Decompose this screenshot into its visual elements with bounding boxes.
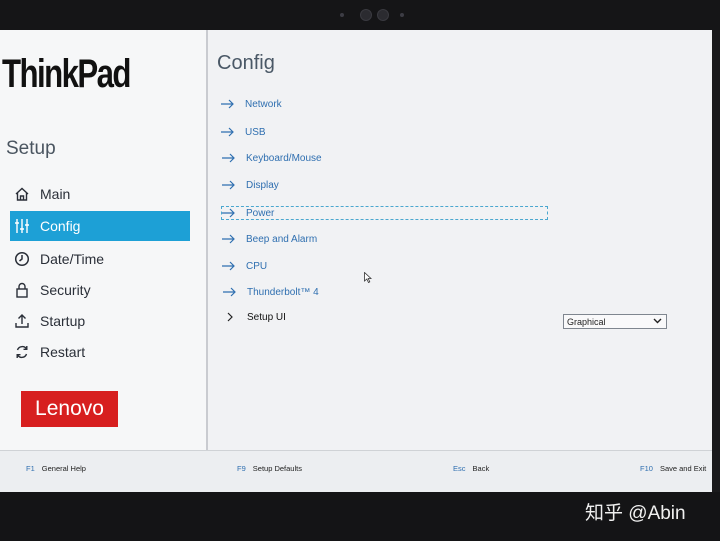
setup-ui-row[interactable]: Setup UI bbox=[223, 307, 286, 327]
menu-item-label: Power bbox=[246, 207, 275, 219]
lock-icon bbox=[12, 280, 32, 300]
arrow-right-icon bbox=[221, 98, 235, 110]
footer-label: Save and Exit bbox=[659, 464, 707, 473]
setup-ui-value: Graphical bbox=[567, 316, 606, 327]
arrow-right-icon bbox=[222, 179, 236, 191]
arrow-right-icon bbox=[223, 286, 237, 298]
bios-screen: ThinkPad Setup Main Config Date/Time Sec… bbox=[0, 30, 712, 492]
home-icon bbox=[12, 184, 32, 204]
menu-item-label: Beep and Alarm bbox=[246, 233, 318, 245]
footer-key: F10 bbox=[640, 464, 653, 473]
lenovo-logo: Lenovo bbox=[21, 391, 118, 427]
setup-title: Setup bbox=[6, 138, 56, 159]
laptop-bezel-top bbox=[0, 0, 720, 30]
footer-f10-save-exit[interactable]: F10 Save and Exit bbox=[640, 464, 706, 473]
mouse-cursor-icon bbox=[364, 270, 373, 288]
menu-item-label: Display bbox=[246, 179, 279, 191]
menu-item-label: CPU bbox=[246, 260, 268, 272]
menu-item-display[interactable]: Display bbox=[222, 175, 279, 195]
sidebar-item-security[interactable]: Security bbox=[10, 275, 190, 305]
restart-icon bbox=[12, 342, 32, 362]
sidebar-item-label: Startup bbox=[40, 313, 86, 329]
footer-label: Back bbox=[472, 464, 490, 473]
thinkpad-logo: ThinkPad bbox=[2, 52, 132, 96]
main-panel: Config Network USB Keyboard/Mouse Displa… bbox=[208, 30, 712, 450]
arrow-right-icon bbox=[221, 126, 235, 138]
sidebar-item-startup[interactable]: Startup bbox=[10, 306, 190, 336]
menu-item-power[interactable]: Power bbox=[221, 206, 548, 220]
menu-item-label: Keyboard/Mouse bbox=[246, 152, 322, 164]
sensor-dot bbox=[340, 13, 344, 17]
footer-key: Esc bbox=[453, 464, 466, 473]
menu-item-beep-alarm[interactable]: Beep and Alarm bbox=[222, 229, 317, 249]
arrow-right-icon bbox=[222, 207, 236, 219]
menu-item-network[interactable]: Network bbox=[221, 94, 282, 114]
menu-item-cpu[interactable]: CPU bbox=[222, 256, 267, 276]
chevron-down-icon bbox=[653, 317, 662, 327]
menu-item-usb[interactable]: USB bbox=[221, 122, 266, 142]
webcam-icon bbox=[377, 9, 389, 21]
sidebar-item-label: Config bbox=[40, 218, 81, 234]
footer-f9-defaults[interactable]: F9 Setup Defaults bbox=[237, 464, 302, 473]
footer-key: F1 bbox=[26, 464, 35, 473]
footer-f1-help[interactable]: F1 General Help bbox=[26, 464, 86, 473]
menu-item-thunderbolt[interactable]: Thunderbolt™ 4 bbox=[223, 282, 319, 302]
sidebar-item-datetime[interactable]: Date/Time bbox=[10, 244, 190, 274]
menu-item-label: Thunderbolt™ 4 bbox=[247, 286, 319, 298]
menu-item-label: USB bbox=[245, 126, 266, 138]
page-title: Config bbox=[217, 52, 275, 74]
watermark: 知乎 @Abin bbox=[585, 503, 686, 524]
clock-icon bbox=[12, 249, 32, 269]
sidebar-item-label: Restart bbox=[40, 344, 86, 360]
footer-bar: F1 General Help F9 Setup Defaults Esc Ba… bbox=[0, 450, 712, 492]
sensor-dot bbox=[400, 13, 404, 17]
arrow-right-icon bbox=[222, 260, 236, 272]
upload-icon bbox=[12, 311, 32, 331]
setup-ui-select[interactable]: Graphical bbox=[563, 314, 667, 329]
sidebar-item-main[interactable]: Main bbox=[10, 179, 190, 209]
menu-item-keyboard-mouse[interactable]: Keyboard/Mouse bbox=[222, 148, 322, 168]
sliders-icon bbox=[12, 216, 32, 236]
menu-item-label: Network bbox=[245, 98, 282, 110]
webcam-icon bbox=[360, 9, 372, 21]
sidebar-item-label: Date/Time bbox=[40, 251, 105, 267]
footer-esc-back[interactable]: Esc Back bbox=[453, 464, 489, 473]
setup-ui-label: Setup UI bbox=[247, 311, 286, 323]
footer-label: Setup Defaults bbox=[252, 464, 302, 473]
sidebar: ThinkPad Setup Main Config Date/Time Sec… bbox=[0, 30, 208, 450]
arrow-right-icon bbox=[222, 152, 236, 164]
sidebar-item-config[interactable]: Config bbox=[10, 211, 190, 241]
chevron-right-icon bbox=[223, 311, 237, 323]
sidebar-item-restart[interactable]: Restart bbox=[10, 337, 190, 367]
footer-label: General Help bbox=[41, 464, 86, 473]
footer-key: F9 bbox=[237, 464, 246, 473]
sidebar-item-label: Security bbox=[40, 282, 91, 298]
arrow-right-icon bbox=[222, 233, 236, 245]
sidebar-item-label: Main bbox=[40, 186, 71, 202]
